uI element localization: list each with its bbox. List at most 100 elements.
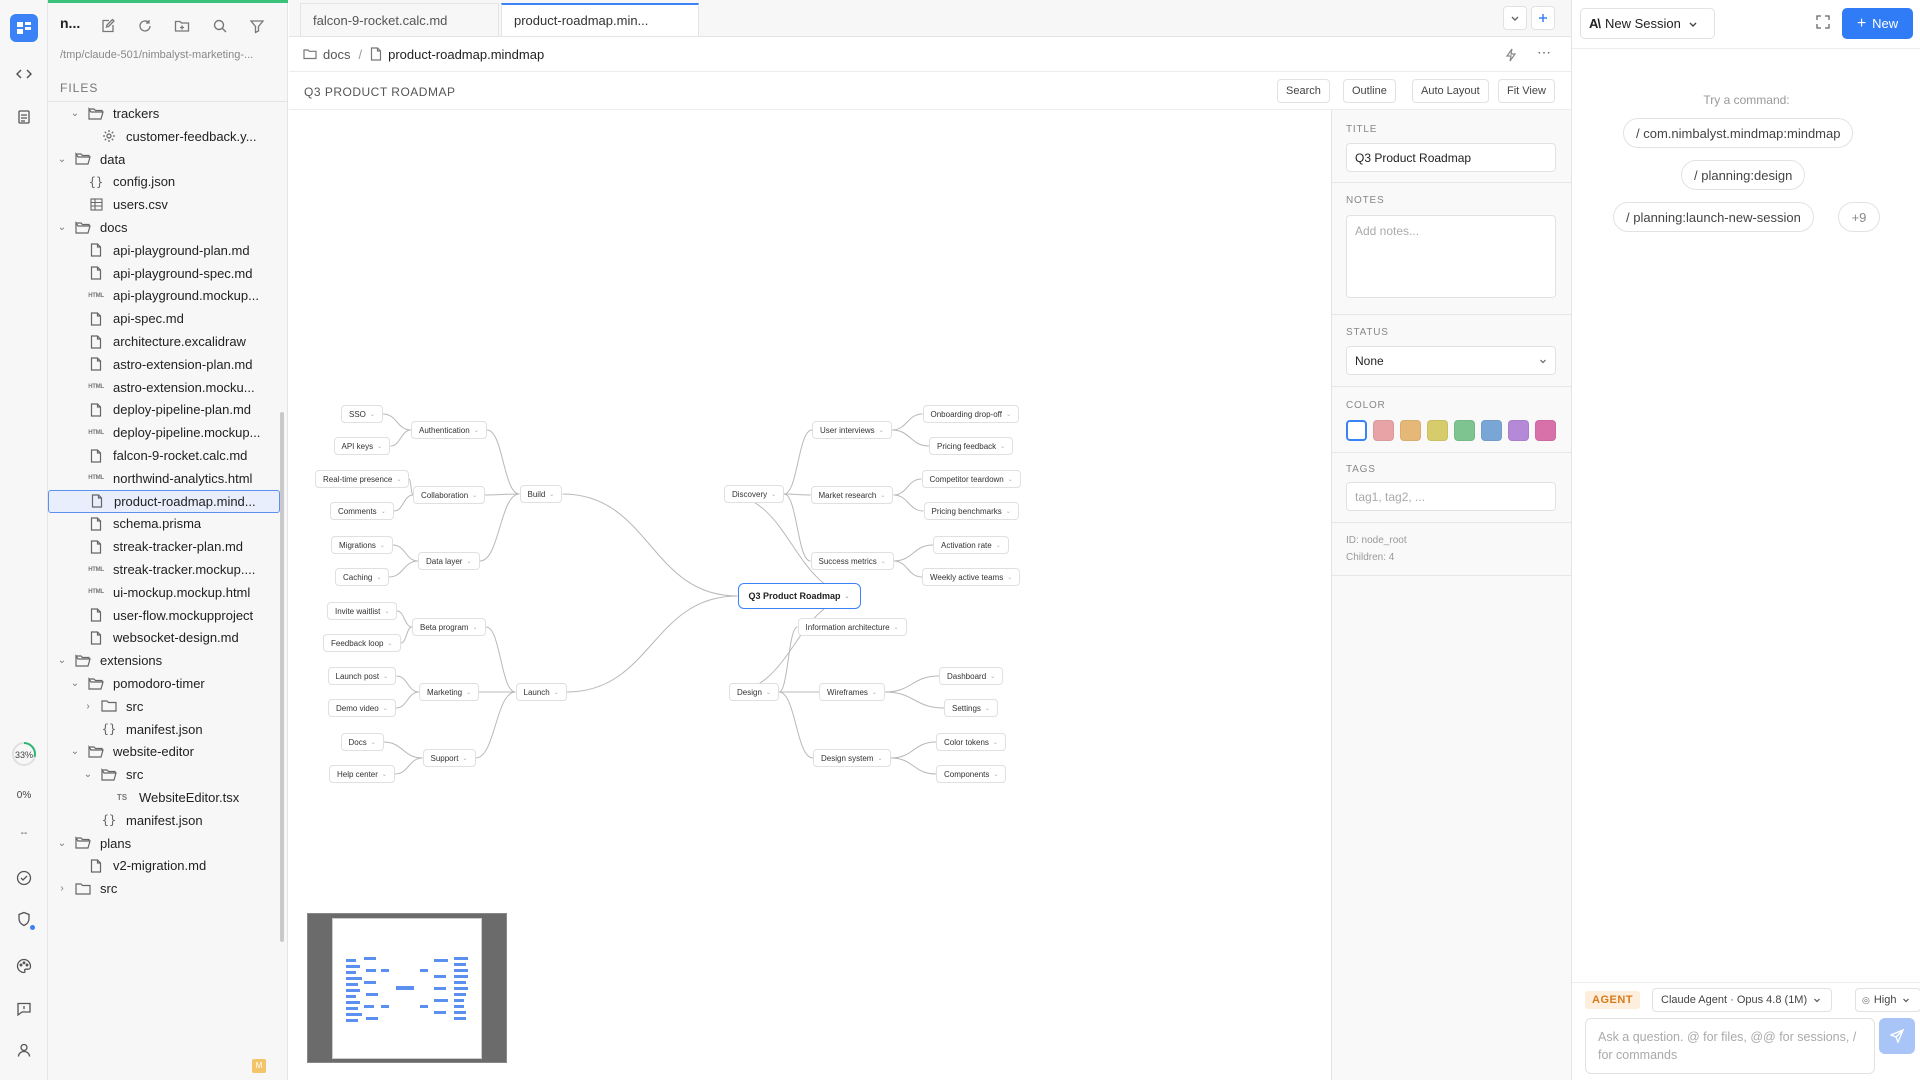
tab-dropdown-button[interactable] <box>1503 6 1527 30</box>
minimap[interactable] <box>307 913 507 1063</box>
mindmap-node[interactable]: Success metrics ⌄ <box>810 552 894 570</box>
chevron-down-icon[interactable]: ⌄ <box>56 655 68 666</box>
dashes-text[interactable]: -- <box>4 828 44 839</box>
file-row[interactable]: websocket-design.md <box>48 626 280 649</box>
status-select[interactable]: None <box>1346 346 1556 375</box>
mindmap-node[interactable]: Docs ⌄ <box>340 733 384 751</box>
mindmap-node[interactable]: API keys ⌄ <box>333 437 391 455</box>
progress-0-text[interactable]: 0% <box>4 790 44 801</box>
chevron-down-icon[interactable]: ⌄ <box>82 769 94 780</box>
file-row[interactable]: api-spec.md <box>48 307 280 330</box>
file-row[interactable]: HTML streak-tracker.mockup.... <box>48 558 280 581</box>
new-folder-icon[interactable] <box>174 18 190 39</box>
mindmap-node[interactable]: Design system ⌄ <box>813 749 891 767</box>
file-row[interactable]: HTML deploy-pipeline.mockup... <box>48 421 280 444</box>
mindmap-node[interactable]: Beta program ⌄ <box>412 618 486 636</box>
folder-row[interactable]: ⌄ plans <box>48 832 280 855</box>
more-options-icon[interactable]: ⋯ <box>1537 44 1552 61</box>
color-swatch[interactable] <box>1373 420 1394 441</box>
mindmap-node[interactable]: Color tokens ⌄ <box>936 733 1006 751</box>
mindmap-node[interactable]: Demo video ⌄ <box>328 699 396 717</box>
mindmap-node[interactable]: Marketing ⌄ <box>419 683 480 701</box>
mindmap-node[interactable]: Migrations ⌄ <box>331 536 393 554</box>
mindmap-node[interactable]: Design ⌄ <box>729 683 779 701</box>
new-session-button[interactable]: + New <box>1842 8 1913 39</box>
fit-view-button[interactable]: Fit View <box>1498 79 1555 103</box>
folder-row[interactable]: › src <box>48 695 280 718</box>
app-logo-icon[interactable] <box>10 14 38 42</box>
mindmap-node[interactable]: Invite waitlist ⌄ <box>327 602 398 620</box>
mindmap-node[interactable]: Data layer ⌄ <box>418 552 480 570</box>
model-selector[interactable]: Claude Agent · Opus 4.8 (1M) <box>1652 988 1832 1012</box>
lightning-icon[interactable] <box>1505 48 1517 65</box>
breadcrumb-folder[interactable]: docs <box>323 47 350 62</box>
file-row[interactable]: customer-feedback.y... <box>48 125 280 148</box>
chevron-down-icon[interactable]: ⌄ <box>56 154 68 165</box>
tags-field[interactable]: tag1, tag2, ... <box>1346 482 1556 511</box>
file-row[interactable]: v2-migration.md <box>48 854 280 877</box>
file-row[interactable]: TS WebsiteEditor.tsx <box>48 786 280 809</box>
mindmap-node[interactable]: Real-time presence ⌄ <box>315 470 410 488</box>
mindmap-node[interactable]: Wireframes ⌄ <box>819 683 885 701</box>
new-tab-button[interactable] <box>1531 6 1555 30</box>
color-swatch[interactable] <box>1400 420 1421 441</box>
chat-input[interactable]: Ask a question. @ for files, @@ for sess… <box>1585 1018 1875 1074</box>
command-mindmap[interactable]: / com.nimbalyst.mindmap:mindmap <box>1623 118 1854 148</box>
mindmap-node[interactable]: Build ⌄ <box>519 485 563 503</box>
notes-icon[interactable] <box>10 103 38 131</box>
mindmap-node[interactable]: Support ⌄ <box>422 749 476 767</box>
folder-row[interactable]: › src <box>48 877 280 900</box>
file-row[interactable]: schema.prisma <box>48 512 280 535</box>
folder-row[interactable]: ⌄ src <box>48 763 280 786</box>
mindmap-node[interactable]: Components ⌄ <box>936 765 1007 783</box>
file-row[interactable]: streak-tracker-plan.md <box>48 535 280 558</box>
file-row[interactable]: deploy-pipeline-plan.md <box>48 398 280 421</box>
file-row[interactable]: astro-extension-plan.md <box>48 353 280 376</box>
mindmap-node[interactable]: Collaboration ⌄ <box>413 486 486 504</box>
search-button[interactable]: Search <box>1277 79 1330 103</box>
chevron-right-icon[interactable]: › <box>82 701 94 712</box>
check-circle-icon[interactable] <box>10 864 38 892</box>
file-row[interactable]: HTML api-playground.mockup... <box>48 284 280 307</box>
title-field[interactable]: Q3 Product Roadmap <box>1346 143 1556 172</box>
mindmap-node[interactable]: Comments ⌄ <box>330 502 394 520</box>
notes-field[interactable]: Add notes... <box>1346 215 1556 298</box>
scrollbar-thumb[interactable] <box>280 412 284 942</box>
mindmap-node[interactable]: Weekly active teams ⌄ <box>922 568 1021 586</box>
command-launch-session[interactable]: / planning:launch-new-session <box>1613 202 1814 232</box>
folder-row[interactable]: ⌄ docs <box>48 216 280 239</box>
breadcrumb-file[interactable]: product-roadmap.mindmap <box>388 47 544 62</box>
mindmap-node[interactable]: Pricing benchmarks ⌄ <box>923 502 1019 520</box>
file-row[interactable]: user-flow.mockupproject <box>48 604 280 627</box>
mindmap-node[interactable]: Help center ⌄ <box>329 765 395 783</box>
file-row[interactable]: api-playground-spec.md <box>48 262 280 285</box>
send-button[interactable] <box>1879 1018 1915 1054</box>
file-row[interactable]: api-playground-plan.md <box>48 239 280 262</box>
mindmap-node[interactable]: Settings ⌄ <box>944 699 998 717</box>
mindmap-node[interactable]: User interviews ⌄ <box>812 421 892 439</box>
file-row[interactable]: falcon-9-rocket.calc.md <box>48 444 280 467</box>
chevron-down-icon[interactable]: ⌄ <box>69 746 81 757</box>
file-row[interactable]: HTML northwind-analytics.html <box>48 467 280 490</box>
file-row[interactable]: product-roadmap.mind... <box>48 489 280 513</box>
mindmap-node[interactable]: Competitor teardown ⌄ <box>921 470 1021 488</box>
feedback-icon[interactable] <box>10 995 38 1023</box>
expand-icon[interactable] <box>1816 15 1830 34</box>
mindmap-node[interactable]: Onboarding drop-off ⌄ <box>922 405 1019 423</box>
palette-icon[interactable] <box>10 952 38 980</box>
compose-icon[interactable] <box>100 18 116 39</box>
mindmap-node[interactable]: Market research ⌄ <box>810 486 894 504</box>
color-swatch[interactable] <box>1454 420 1475 441</box>
file-row[interactable]: {} config.json <box>48 170 280 193</box>
folder-row[interactable]: ⌄ extensions <box>48 649 280 672</box>
mindmap-node[interactable]: Information architecture ⌄ <box>797 618 907 636</box>
folder-row[interactable]: ⌄ data <box>48 148 280 171</box>
chevron-down-icon[interactable]: ⌄ <box>56 838 68 849</box>
color-swatch[interactable] <box>1427 420 1448 441</box>
mindmap-node[interactable]: Launch post ⌄ <box>327 667 397 685</box>
file-row[interactable]: users.csv <box>48 193 280 216</box>
chevron-right-icon[interactable]: › <box>56 883 68 894</box>
mindmap-node[interactable]: Activation rate ⌄ <box>933 536 1009 554</box>
chevron-down-icon[interactable]: ⌄ <box>56 222 68 233</box>
file-row[interactable]: HTML astro-extension.mocku... <box>48 376 280 399</box>
